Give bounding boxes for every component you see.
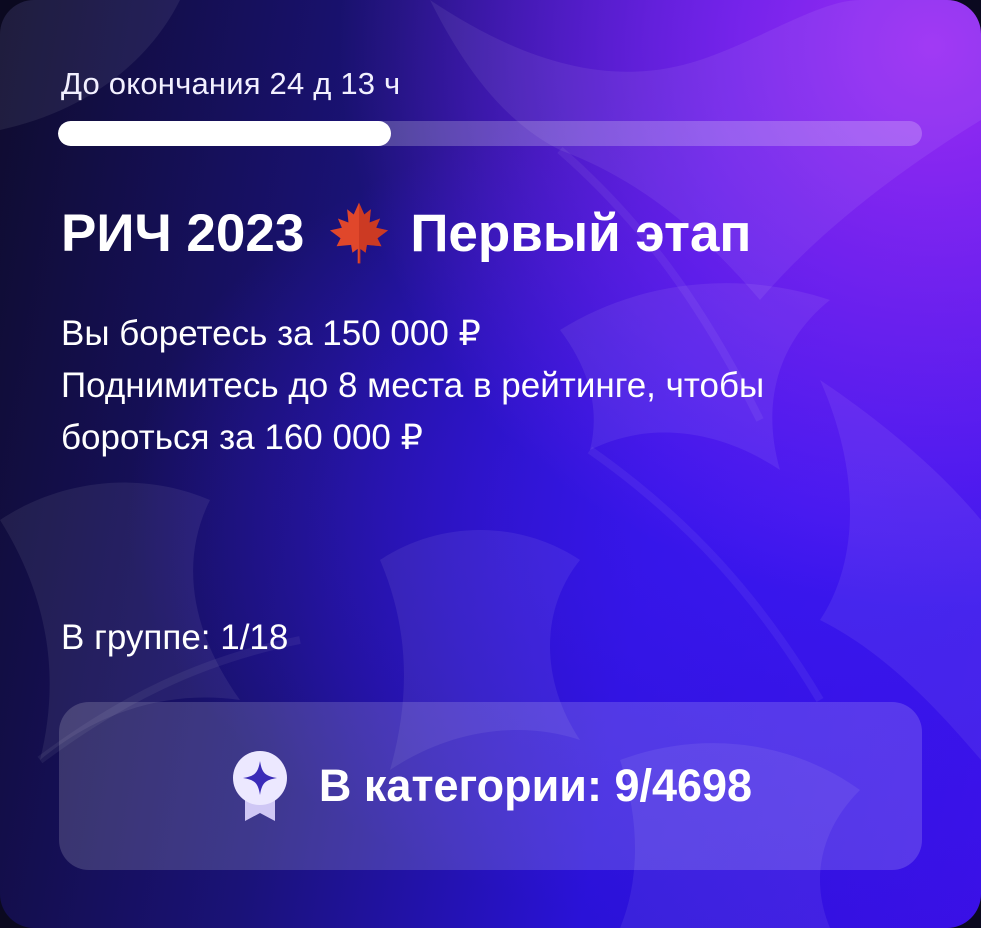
competition-title: РИЧ 2023 Первый этап — [61, 200, 751, 266]
title-prefix: РИЧ 2023 — [61, 203, 305, 263]
group-rank: В группе: 1/18 — [61, 618, 289, 657]
current-prize-text: Вы боретесь за 150 000 ₽ — [61, 314, 481, 353]
next-prize-text: бороться за 160 000 ₽ — [61, 418, 423, 457]
title-suffix: Первый этап — [410, 203, 752, 263]
countdown-text: До окончания 24 д 13 ч — [61, 66, 401, 101]
category-rank-label: В категории: 9/4698 — [318, 760, 753, 811]
star-badge-icon — [232, 751, 287, 821]
prize-description: Вы боретесь за 150 000 ₽ Поднимитесь до … — [61, 308, 941, 464]
time-progress-bar — [58, 121, 922, 146]
competition-card[interactable]: До окончания 24 д 13 ч РИЧ 2023 Первый э… — [0, 0, 981, 928]
time-progress-fill — [58, 121, 391, 146]
maple-leaf-icon — [330, 202, 389, 264]
next-goal-text: Поднимитесь до 8 места в рейтинге, чтобы — [61, 366, 765, 405]
category-rank-button[interactable]: В категории: 9/4698 — [59, 702, 922, 870]
